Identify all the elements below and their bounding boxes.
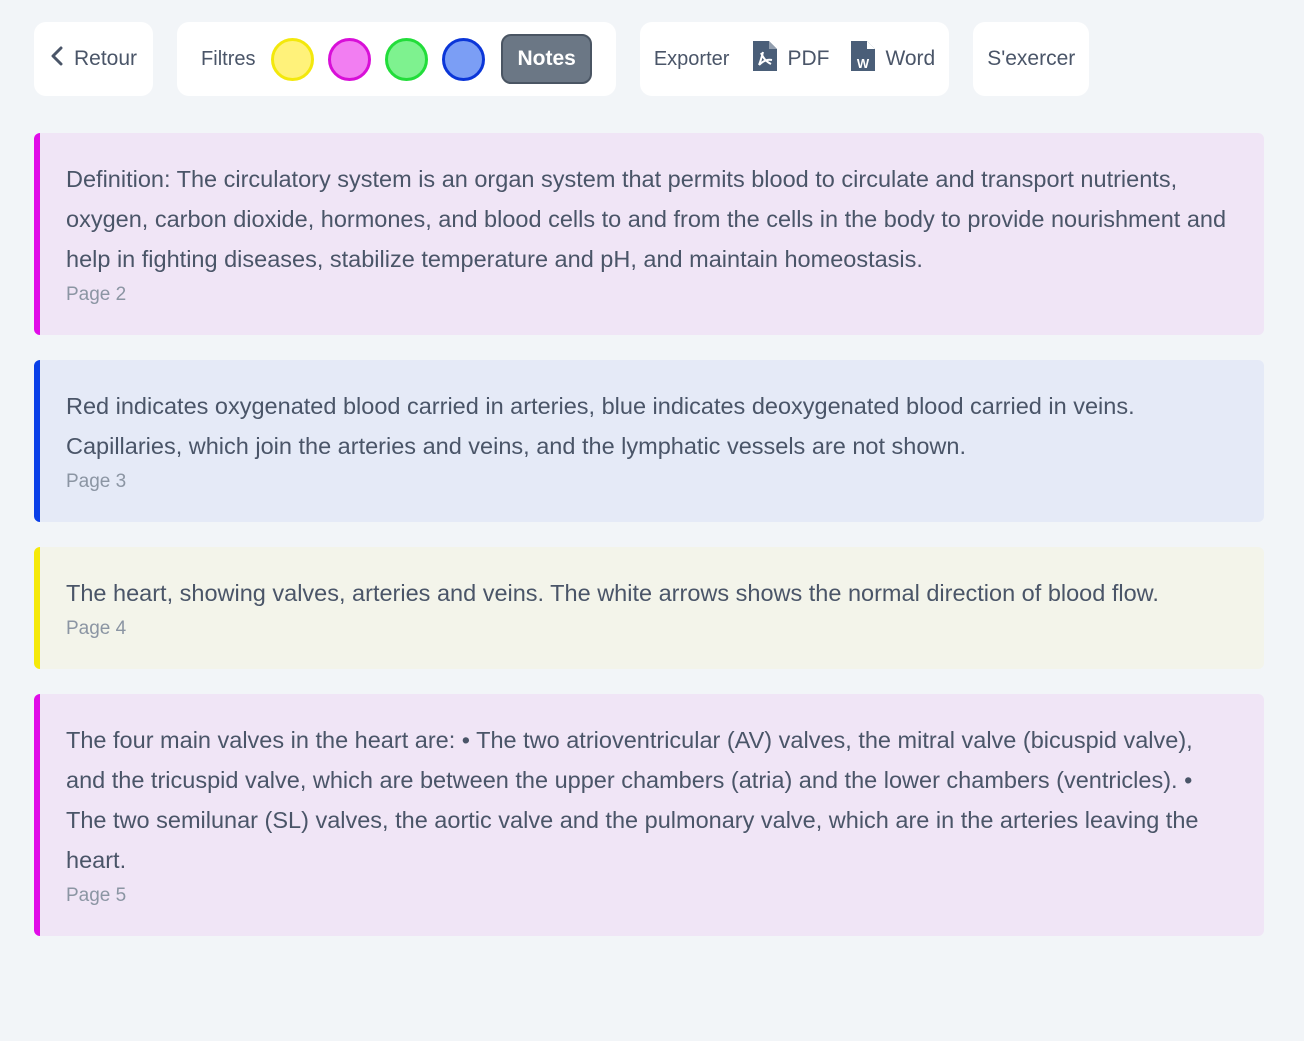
export-panel: Exporter PDF W Word xyxy=(639,22,950,96)
note-page-link[interactable]: Page 3 xyxy=(66,468,1238,496)
export-pdf-button[interactable]: PDF xyxy=(753,41,829,77)
filters-panel: Filtres Notes xyxy=(177,22,616,96)
export-word-button[interactable]: W Word xyxy=(851,41,935,77)
pdf-label: PDF xyxy=(787,47,830,70)
svg-text:W: W xyxy=(857,56,870,71)
filter-yellow[interactable] xyxy=(271,37,315,81)
filter-blue[interactable] xyxy=(442,37,486,81)
note-page-link[interactable]: Page 5 xyxy=(66,882,1238,910)
toolbar: Retour Filtres Notes Exporter PDF W Word… xyxy=(34,22,1090,96)
notes-toggle-button[interactable]: Notes xyxy=(501,34,592,84)
word-file-icon: W xyxy=(851,41,876,77)
practice-button[interactable]: S'exercer xyxy=(973,22,1090,96)
back-label: Retour xyxy=(74,47,138,70)
back-panel: Retour xyxy=(34,22,154,96)
note-text: The heart, showing valves, arteries and … xyxy=(66,580,1159,606)
note-card[interactable]: The four main valves in the heart are: •… xyxy=(34,694,1264,936)
note-text: Definition: The circulatory system is an… xyxy=(66,166,1227,272)
note-page-link[interactable]: Page 2 xyxy=(66,281,1238,309)
note-page-link[interactable]: Page 4 xyxy=(66,615,1238,643)
export-label: Exporter xyxy=(653,47,730,70)
filter-magenta[interactable] xyxy=(328,37,372,81)
chevron-left-icon xyxy=(50,46,64,72)
note-text: Red indicates oxygenated blood carried i… xyxy=(66,393,1135,459)
filter-green[interactable] xyxy=(385,37,429,81)
pdf-file-icon xyxy=(753,41,778,77)
note-card[interactable]: Red indicates oxygenated blood carried i… xyxy=(34,360,1264,522)
note-card[interactable]: The heart, showing valves, arteries and … xyxy=(34,547,1264,669)
back-button[interactable]: Retour xyxy=(48,46,139,72)
word-label: Word xyxy=(885,47,936,70)
note-card[interactable]: Definition: The circulatory system is an… xyxy=(34,133,1264,335)
filters-label: Filtres xyxy=(201,47,256,70)
note-text: The four main valves in the heart are: •… xyxy=(66,727,1199,873)
notes-list: Definition: The circulatory system is an… xyxy=(34,133,1264,936)
